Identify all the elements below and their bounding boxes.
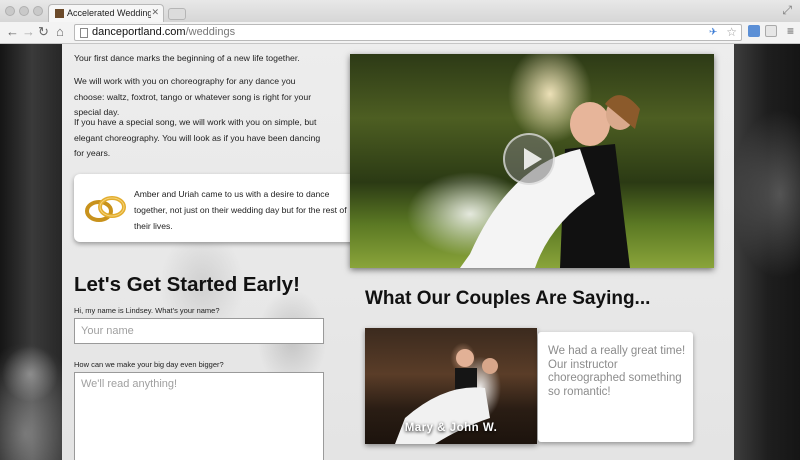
minimize-window-button[interactable] (19, 6, 29, 16)
page-viewport: Your first dance marks the beginning of … (0, 44, 800, 460)
browser-titlebar: Accelerated Wedding Prog ✕ ⤢ (0, 0, 800, 22)
zoom-window-button[interactable] (33, 6, 43, 16)
forward-arrow-icon[interactable]: → (22, 25, 35, 39)
page-icon (80, 28, 88, 38)
close-window-button[interactable] (5, 6, 15, 16)
tab-title: Accelerated Wedding Prog (67, 8, 151, 18)
tab-close-icon[interactable]: ✕ (151, 7, 159, 18)
new-tab-button[interactable] (168, 8, 186, 20)
home-icon[interactable]: ⌂ (56, 25, 64, 39)
message-textarea[interactable] (74, 372, 324, 460)
address-bar[interactable]: danceportland.com/weddings ✈ ☆ (74, 24, 742, 41)
menu-icon[interactable]: ≡ (787, 24, 794, 38)
quote-text: We had a really great time! Our instruct… (548, 345, 686, 398)
play-icon (524, 148, 542, 170)
favicon-icon (55, 9, 64, 18)
fullscreen-icon[interactable]: ⤢ (782, 3, 792, 18)
intro-paragraph-3: If you have a special song, we will work… (74, 117, 321, 158)
translate-icon[interactable]: ✈ (709, 27, 721, 39)
name-input[interactable] (74, 318, 324, 344)
star-icon[interactable]: ☆ (726, 25, 737, 39)
browser-tab[interactable]: Accelerated Wedding Prog ✕ (48, 4, 164, 22)
testimonials-heading: What Our Couples Are Saying... (365, 288, 651, 309)
extension-icon[interactable] (748, 25, 760, 37)
signup-heading: Let's Get Started Early! (74, 273, 300, 296)
intro-paragraph-1: Your first dance marks the beginning of … (74, 53, 300, 63)
name-field-label: Hi, my name is Lindsey. What's your name… (74, 306, 220, 315)
browser-toolbar: ← → ↻ ⌂ danceportland.com/weddings ✈ ☆ ≡ (0, 22, 800, 44)
url-text: danceportland.com/weddings (92, 26, 236, 38)
couple-caption: Mary & John W. (404, 422, 498, 434)
testimonial-text: Amber and Uriah came to us with a desire… (134, 189, 347, 231)
play-button[interactable] (503, 133, 555, 185)
content-panel: Your first dance marks the beginning of … (62, 44, 734, 460)
cast-icon[interactable] (765, 25, 777, 37)
couple-photo[interactable]: Mary & John W. (365, 328, 537, 444)
quote-card: We had a really great time! Our instruct… (538, 332, 693, 442)
back-arrow-icon[interactable]: ← (6, 25, 19, 39)
reload-icon[interactable]: ↻ (38, 25, 49, 39)
message-field-label: How can we make your big day even bigger… (74, 360, 224, 369)
testimonial-card: Amber and Uriah came to us with a desire… (74, 174, 364, 242)
wedding-video[interactable] (350, 54, 714, 268)
wedding-rings-icon (85, 196, 126, 222)
intro-paragraph-2: We will work with you on choreography fo… (74, 76, 312, 117)
